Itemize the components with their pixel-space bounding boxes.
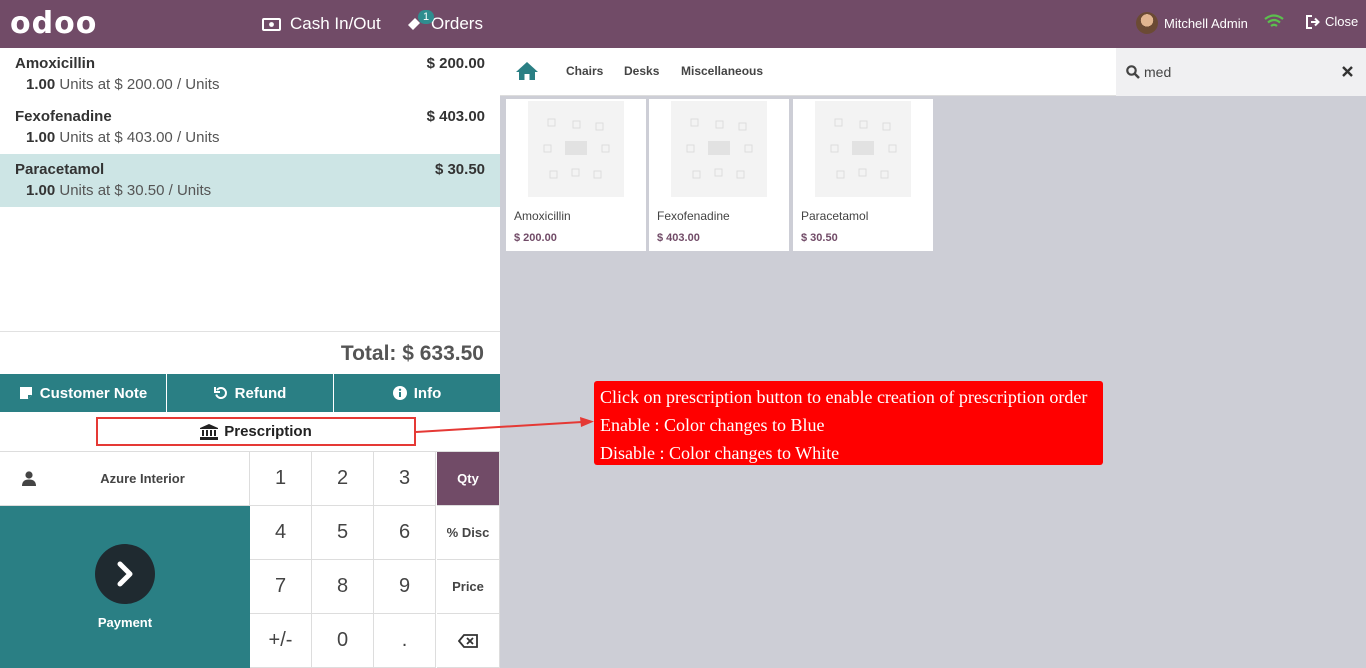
- annotation-callout: Click on prescription button to enable c…: [594, 381, 1103, 465]
- bank-icon: [200, 423, 219, 440]
- info-icon: [392, 386, 407, 400]
- order-line-price: $ 30.50: [434, 161, 485, 178]
- numpad-key-1[interactable]: 1: [250, 452, 312, 506]
- refund-label: Refund: [234, 384, 287, 402]
- order-line[interactable]: Amoxicillin $ 200.00 1.00 Units at $ 200…: [0, 48, 500, 101]
- search-input[interactable]: [1144, 62, 1324, 82]
- order-line-info: 1.00 Units at $ 200.00 / Units: [26, 76, 219, 93]
- product-name: Amoxicillin: [514, 209, 571, 223]
- orders-label: Orders: [431, 14, 483, 33]
- prescription-button[interactable]: Prescription: [96, 417, 416, 446]
- qty-mode-button[interactable]: Qty: [437, 452, 500, 506]
- order-line-selected[interactable]: Paracetamol $ 30.50 1.00 Units at $ 30.5…: [0, 154, 500, 207]
- order-line[interactable]: Fexofenadine $ 403.00 1.00 Units at $ 40…: [0, 101, 500, 154]
- close-label: Close: [1325, 14, 1359, 29]
- numpad-key-4[interactable]: 4: [250, 506, 312, 560]
- money-icon: [262, 17, 281, 31]
- refund-button[interactable]: Refund: [167, 374, 334, 412]
- price-mode-button[interactable]: Price: [437, 560, 500, 614]
- info-label: Info: [413, 384, 442, 402]
- numpad-key-2[interactable]: 2: [312, 452, 374, 506]
- product-image: [815, 101, 911, 197]
- discount-mode-button[interactable]: % Disc: [437, 506, 500, 560]
- user-menu[interactable]: Mitchell Admin: [1136, 12, 1248, 34]
- order-line-price: $ 200.00: [426, 55, 485, 72]
- numpad-key-3[interactable]: 3: [374, 452, 436, 506]
- category-desks[interactable]: Desks: [624, 64, 659, 78]
- customer-name: Azure Interior: [100, 471, 185, 486]
- numpad-key-0[interactable]: 0: [312, 614, 374, 668]
- payment-label: Payment: [97, 615, 153, 630]
- product-name: Fexofenadine: [657, 209, 730, 223]
- order-line-name: Amoxicillin: [15, 55, 96, 72]
- product-image: [671, 101, 767, 197]
- order-panel: Amoxicillin $ 200.00 1.00 Units at $ 200…: [0, 48, 500, 668]
- order-line-detail: Units at $ 200.00 / Units: [55, 76, 220, 93]
- annotation-line-3: Disable : Color changes to White: [600, 443, 840, 463]
- product-search: [1116, 48, 1366, 96]
- product-card[interactable]: Paracetamol $ 30.50: [793, 99, 933, 251]
- product-card[interactable]: Fexofenadine $ 403.00: [649, 99, 789, 251]
- orders-button[interactable]: 1 Orders: [406, 0, 483, 48]
- avatar: [1136, 12, 1158, 34]
- order-line-name: Paracetamol: [15, 161, 105, 178]
- numpad-key-5[interactable]: 5: [312, 506, 374, 560]
- sign-out-icon: [1306, 14, 1320, 29]
- odoo-logo: odoo: [10, 6, 98, 41]
- numpad-key-8[interactable]: 8: [312, 560, 374, 614]
- order-line-info: 1.00 Units at $ 403.00 / Units: [26, 129, 219, 146]
- note-icon: [19, 387, 32, 399]
- undo-icon: [213, 387, 227, 399]
- cash-in-out-button[interactable]: Cash In/Out: [262, 0, 381, 48]
- numpad-key-7[interactable]: 7: [250, 560, 312, 614]
- product-image: [528, 101, 624, 197]
- order-line-qty: 1.00: [26, 76, 56, 93]
- annotation-line-2: Enable : Color changes to Blue: [600, 415, 825, 435]
- clear-search-icon[interactable]: [1342, 66, 1353, 77]
- category-bar: Chairs Desks Miscellaneous: [500, 48, 1366, 96]
- product-name: Paracetamol: [801, 209, 869, 223]
- order-line-price: $ 403.00: [426, 108, 485, 125]
- customer-note-label: Customer Note: [39, 384, 148, 402]
- order-line-qty: 1.00: [26, 182, 56, 199]
- numpad-key-plus-minus[interactable]: +/-: [250, 614, 312, 668]
- home-icon[interactable]: [515, 61, 539, 81]
- category-miscellaneous[interactable]: Miscellaneous: [681, 64, 763, 78]
- product-card[interactable]: Amoxicillin $ 200.00: [506, 99, 646, 251]
- backspace-button[interactable]: [437, 614, 500, 668]
- order-line-detail: Units at $ 403.00 / Units: [55, 129, 220, 146]
- order-total: Total: $ 633.50: [0, 331, 500, 374]
- order-line-qty: 1.00: [26, 129, 56, 146]
- prescription-label: Prescription: [224, 423, 312, 440]
- total-label: Total: $ 633.50: [340, 342, 484, 365]
- order-line-detail: Units at $ 30.50 / Units: [55, 182, 212, 199]
- backspace-icon: [458, 633, 478, 648]
- numpad-key-9[interactable]: 9: [374, 560, 436, 614]
- numpad: 1 2 3 Qty 4 5 6 % Disc 7 8 9 Price +/- 0…: [250, 452, 500, 668]
- order-line-name: Fexofenadine: [15, 108, 112, 125]
- pos-header: odoo Cash In/Out 1 Orders Mitchell Admin…: [0, 0, 1366, 48]
- annotation-line-1: Click on prescription button to enable c…: [600, 387, 1088, 407]
- orders-badge: 1: [418, 10, 435, 24]
- info-button[interactable]: Info: [334, 374, 500, 412]
- search-icon: [1126, 65, 1140, 79]
- payment-button[interactable]: Payment: [0, 506, 250, 668]
- product-price: $ 403.00: [657, 232, 700, 244]
- wifi-icon: [1264, 14, 1284, 35]
- user-name: Mitchell Admin: [1164, 15, 1248, 31]
- customer-note-button[interactable]: Customer Note: [0, 374, 167, 412]
- numpad-key-6[interactable]: 6: [374, 506, 436, 560]
- products-area: Chairs Desks Miscellaneous Amoxicillin $…: [500, 48, 1366, 668]
- chevron-right-icon: [95, 544, 155, 604]
- product-price: $ 30.50: [801, 232, 838, 244]
- order-line-info: 1.00 Units at $ 30.50 / Units: [26, 182, 211, 199]
- numpad-key-dot[interactable]: .: [374, 614, 436, 668]
- control-buttons: Customer Note Refund Info: [0, 374, 500, 412]
- category-chairs[interactable]: Chairs: [566, 64, 603, 78]
- close-button[interactable]: Close: [1306, 14, 1358, 29]
- customer-button[interactable]: Azure Interior: [0, 452, 250, 506]
- prescription-row: Prescription: [0, 412, 500, 452]
- product-price: $ 200.00: [514, 232, 557, 244]
- cash-in-out-label: Cash In/Out: [290, 14, 381, 33]
